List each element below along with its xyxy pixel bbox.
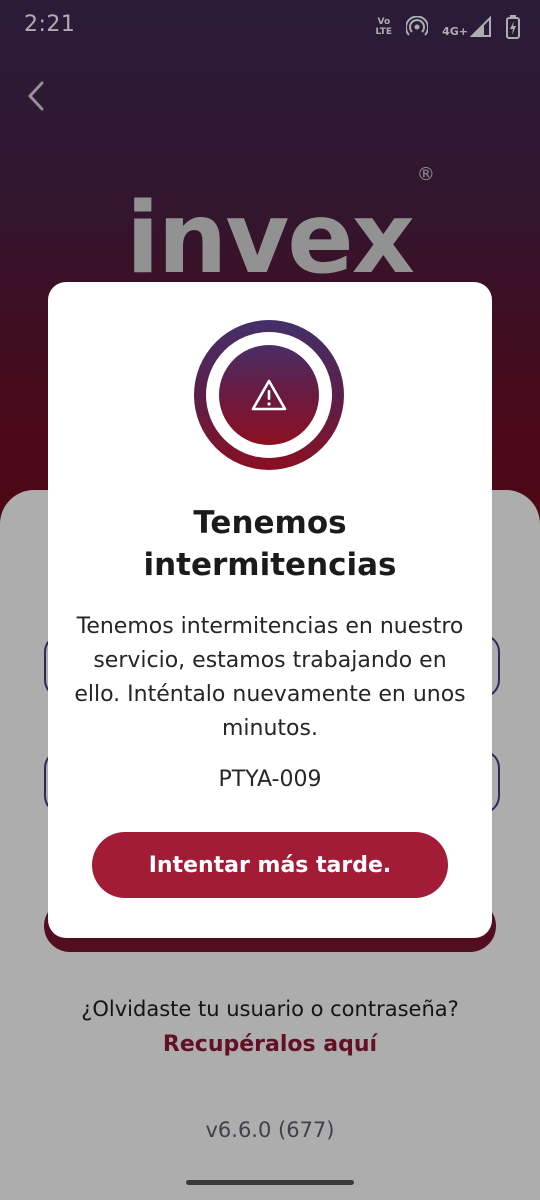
warning-triangle-icon (251, 379, 287, 411)
dialog-message: Tenemos intermitencias en nuestro servic… (74, 614, 466, 741)
error-dialog: Tenemos intermitencias Tenemos intermite… (48, 282, 492, 938)
try-later-button[interactable]: Intentar más tarde. (92, 832, 448, 898)
warning-badge (194, 320, 344, 470)
navigation-handle[interactable] (186, 1180, 354, 1185)
error-code: PTYA-009 (218, 767, 322, 792)
dialog-title: Tenemos intermitencias (143, 505, 397, 583)
